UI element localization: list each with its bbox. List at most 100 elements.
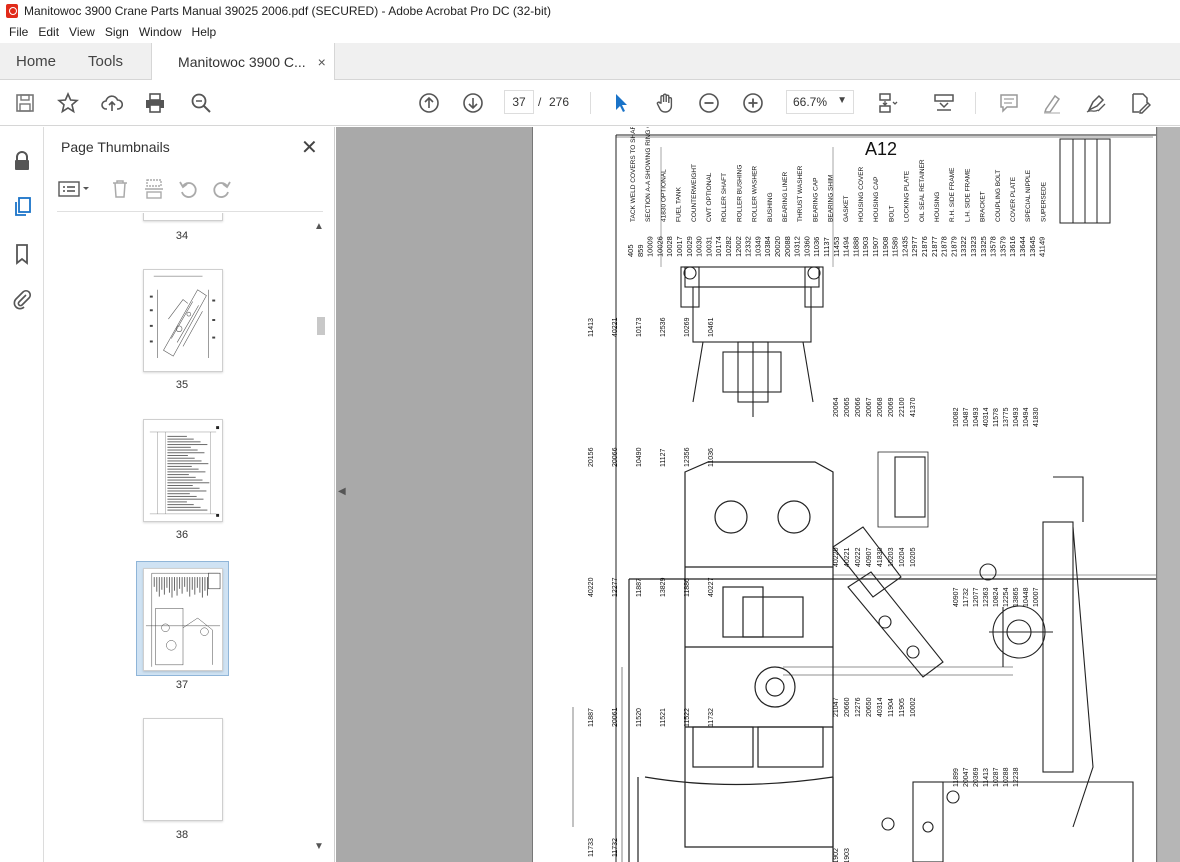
menu-sign[interactable]: Sign [100, 25, 134, 39]
part-number: 12332 [744, 236, 753, 257]
attachment-icon[interactable] [10, 287, 34, 311]
page-thumbnail-34[interactable] [143, 213, 223, 221]
callout-right: 12077 [973, 587, 980, 607]
part-number: 10029 [685, 236, 694, 257]
select-cursor-icon[interactable] [609, 91, 633, 115]
menu-edit[interactable]: Edit [33, 25, 64, 39]
part-number: 13579 [998, 236, 1007, 257]
menu-bar: File Edit View Sign Window Help [0, 22, 1180, 42]
page-number-input[interactable]: 37 [504, 90, 534, 114]
tab-tools[interactable]: Tools [72, 43, 139, 79]
part-number: 10026 [655, 236, 664, 257]
panel-divider [57, 211, 323, 212]
page-thumbnail-36[interactable] [143, 419, 223, 522]
title-bar: Manitowoc 3900 Crane Parts Manual 39025 … [0, 0, 1180, 22]
part-number: 10174 [714, 236, 723, 257]
thumbnail-options-icon[interactable] [57, 179, 91, 199]
close-icon[interactable]: ✕ [301, 135, 318, 160]
previous-page-icon[interactable] [417, 91, 441, 115]
scroll-mode-icon[interactable] [932, 91, 956, 115]
page-fit-icon[interactable] [876, 91, 900, 115]
extract-page-icon[interactable] [143, 178, 165, 200]
sign-pen-icon[interactable] [1084, 91, 1108, 115]
menu-window[interactable]: Window [134, 25, 187, 39]
part-number: 10009 [646, 236, 655, 257]
part-number: 859 [636, 244, 645, 257]
callout-left: 40221 [612, 317, 619, 337]
part-number: 11903 [861, 237, 870, 257]
edit-pdf-icon[interactable] [1128, 91, 1152, 115]
callout-right: 10493 [973, 407, 980, 427]
callout-mid: 40221 [844, 547, 851, 567]
upload-cloud-icon[interactable] [100, 91, 124, 115]
callout-mid: 40907 [866, 547, 873, 567]
thumbnail-label: 37 [175, 679, 189, 691]
zoom-in-icon[interactable] [741, 91, 765, 115]
part-number: 11137 [822, 237, 831, 257]
part-number: 10349 [753, 236, 762, 257]
part-description: CWT OPTIONAL [706, 172, 713, 222]
part-description: BEARING SHIM [828, 175, 835, 222]
part-description: COUPLING BOLT [995, 170, 1002, 222]
part-number: 21876 [920, 236, 929, 257]
menu-view[interactable]: View [64, 25, 100, 39]
callout-right: 12254 [1003, 587, 1010, 607]
rotate-right-icon[interactable] [211, 178, 233, 200]
callout-mid: 20660 [844, 697, 851, 717]
bookmarks-icon[interactable] [10, 242, 34, 266]
comment-icon[interactable] [997, 91, 1021, 115]
part-number: 10282 [724, 236, 733, 257]
page-thumbnail-37[interactable] [143, 568, 223, 671]
callout-mid: 21047 [833, 697, 840, 717]
callout-left: 20061 [612, 707, 619, 727]
callout-left: 11036 [708, 448, 715, 467]
bookmark-star-icon[interactable] [56, 91, 80, 115]
tab-document[interactable]: Manitowoc 3900 C... × [151, 43, 335, 80]
callout-right: 12363 [983, 587, 990, 607]
callout-left: 11127 [660, 448, 667, 467]
part-number: 13323 [969, 236, 978, 257]
part-number: 10028 [665, 236, 674, 257]
part-description: TACK WELD COVERS TO SHAFT BEFORE WELD CA… [630, 127, 637, 222]
find-zoom-icon[interactable] [189, 91, 213, 115]
part-description: SUPERSEDE [1040, 181, 1047, 222]
document-scrollbar[interactable] [1158, 127, 1180, 862]
callout-mid: 41370 [910, 397, 917, 417]
highlight-pen-icon[interactable] [1040, 91, 1064, 115]
hand-tool-icon[interactable] [653, 91, 677, 115]
delete-page-icon[interactable] [109, 178, 131, 200]
next-page-icon[interactable] [461, 91, 485, 115]
part-description: LOCKING PLATE [904, 170, 911, 222]
collapse-panel-icon[interactable]: ◀ [338, 486, 346, 497]
page-thumbnail-38[interactable] [143, 718, 223, 821]
save-icon[interactable] [13, 91, 37, 115]
scroll-up-arrow-icon[interactable]: ▲ [314, 221, 324, 232]
menu-help[interactable]: Help [187, 25, 222, 39]
callout-right: 20369 [973, 767, 980, 787]
engineering-drawing: A12405 859 10009 10026 10028 10017 10029 10030 1… [572, 127, 1156, 862]
callout-left: 10269 [684, 317, 691, 337]
rotate-left-icon[interactable] [177, 178, 199, 200]
close-tab-icon[interactable]: × [318, 54, 326, 70]
print-icon[interactable] [143, 91, 167, 115]
scrollbar-thumb[interactable] [317, 317, 325, 335]
part-number: 11453 [832, 237, 841, 257]
scroll-down-arrow-icon[interactable]: ▼ [314, 841, 324, 852]
tab-home[interactable]: Home [0, 43, 72, 79]
page-thumbnail-35[interactable] [143, 269, 223, 372]
thumbnail-scrollbar[interactable]: ▲ ▼ [313, 221, 327, 861]
zoom-select[interactable]: 66.7% ▼ [786, 90, 854, 114]
callout-mid: 11905 [899, 698, 906, 717]
callout-left: 11522 [684, 708, 691, 727]
total-pages: 276 [549, 95, 570, 109]
callout-right: 10824 [993, 587, 1000, 607]
callout-left: 11732 [708, 708, 715, 727]
callout-left: 10490 [636, 447, 643, 467]
page-thumbnails-icon[interactable] [10, 195, 34, 219]
toolbar-divider [590, 92, 591, 114]
lock-icon[interactable] [10, 149, 34, 173]
menu-file[interactable]: File [4, 25, 33, 39]
callout-mid: 20066 [855, 397, 862, 417]
zoom-out-icon[interactable] [697, 91, 721, 115]
part-number: 11907 [871, 237, 880, 257]
